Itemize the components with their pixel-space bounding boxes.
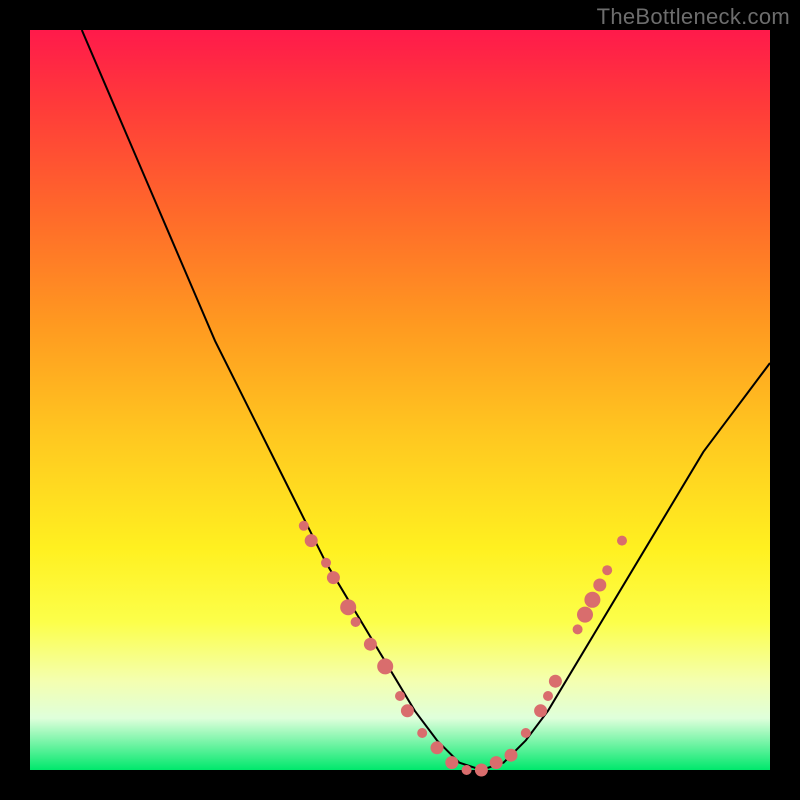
data-marker [490, 756, 503, 769]
data-marker [299, 521, 309, 531]
data-marker [543, 691, 553, 701]
data-marker [577, 607, 593, 623]
data-marker [475, 764, 488, 777]
data-marker [602, 565, 612, 575]
data-marker [401, 704, 414, 717]
data-marker [462, 765, 472, 775]
plot-area [30, 30, 770, 770]
data-marker [321, 558, 331, 568]
chart-svg [30, 30, 770, 770]
data-marker [305, 534, 318, 547]
data-marker [364, 638, 377, 651]
data-marker [505, 749, 518, 762]
data-marker [395, 691, 405, 701]
data-marker [431, 741, 444, 754]
data-marker [377, 658, 393, 674]
data-marker [573, 624, 583, 634]
data-marker [445, 756, 458, 769]
data-marker [593, 579, 606, 592]
chart-frame: TheBottleneck.com [0, 0, 800, 800]
data-marker [534, 704, 547, 717]
watermark-text: TheBottleneck.com [597, 4, 790, 30]
data-marker [617, 536, 627, 546]
data-marker [417, 728, 427, 738]
data-marker [351, 617, 361, 627]
data-marker [340, 599, 356, 615]
data-marker [521, 728, 531, 738]
bottleneck-curve [82, 30, 770, 770]
data-marker [327, 571, 340, 584]
data-marker [584, 592, 600, 608]
data-marker [549, 675, 562, 688]
